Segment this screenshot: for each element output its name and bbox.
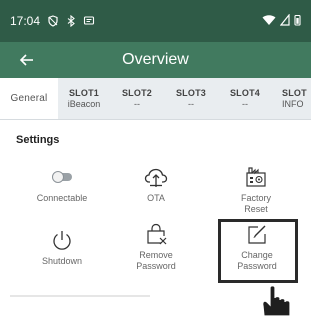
tile-label: Factory Reset (240, 193, 271, 214)
tab-slot-info[interactable]: SLOT INFO (272, 78, 311, 119)
message-icon (82, 14, 96, 28)
cloud-upload-icon (143, 164, 169, 190)
status-right-icons (262, 12, 301, 29)
status-bar: 17:04 (0, 0, 311, 42)
tile-label: Remove Password (136, 250, 176, 271)
remove-password-button[interactable]: Remove Password (110, 221, 202, 272)
status-time: 17:04 (10, 14, 41, 28)
tile-label: OTA (147, 193, 165, 203)
slot-tabs: General SLOT1 iBeacon SLOT2 -- SLOT3 -- … (0, 78, 311, 120)
tab-label: SLOT1 (68, 88, 99, 98)
tab-slot3[interactable]: SLOT3 -- (164, 78, 218, 119)
battery-icon (294, 14, 301, 29)
tab-slot2[interactable]: SLOT2 -- (110, 78, 164, 119)
tile-label: Connectable (36, 193, 88, 203)
connectable-toggle[interactable]: Connectable (16, 164, 108, 204)
tab-label: SLOT3 (175, 88, 206, 98)
signal-icon (279, 12, 290, 29)
divider (10, 295, 150, 297)
tile-label: Shutdown (41, 256, 83, 266)
tab-label: SLOT4 (229, 88, 260, 98)
tab-label: SLOT2 (121, 88, 152, 98)
pointing-hand-icon (258, 282, 308, 316)
tab-sublabel: iBeacon (67, 99, 101, 109)
tab-general[interactable]: General (0, 78, 58, 119)
settings-title: Settings (16, 134, 60, 146)
page-title: Overview (122, 51, 189, 68)
highlight-box (218, 219, 298, 283)
app-bar: Overview (0, 42, 311, 78)
toggle-icon (49, 164, 75, 190)
tab-label: General (10, 93, 48, 104)
vpn-shield-icon (46, 14, 60, 28)
power-icon (49, 227, 75, 253)
tab-sublabel: -- (134, 99, 140, 109)
remove-password-icon (143, 221, 169, 247)
tab-sublabel: -- (242, 99, 248, 109)
bluetooth-icon (64, 14, 78, 28)
tab-sublabel: INFO (282, 99, 304, 109)
shutdown-button[interactable]: Shutdown (16, 227, 108, 267)
tab-slot4[interactable]: SLOT4 -- (218, 78, 272, 119)
tab-label: SLOT (282, 88, 307, 98)
factory-icon (243, 164, 269, 190)
tab-sublabel: -- (188, 99, 194, 109)
tab-slot1[interactable]: SLOT1 iBeacon (58, 78, 110, 119)
ota-button[interactable]: OTA (110, 164, 202, 204)
wifi-icon (262, 14, 276, 29)
factory-reset-button[interactable]: Factory Reset (210, 164, 302, 215)
